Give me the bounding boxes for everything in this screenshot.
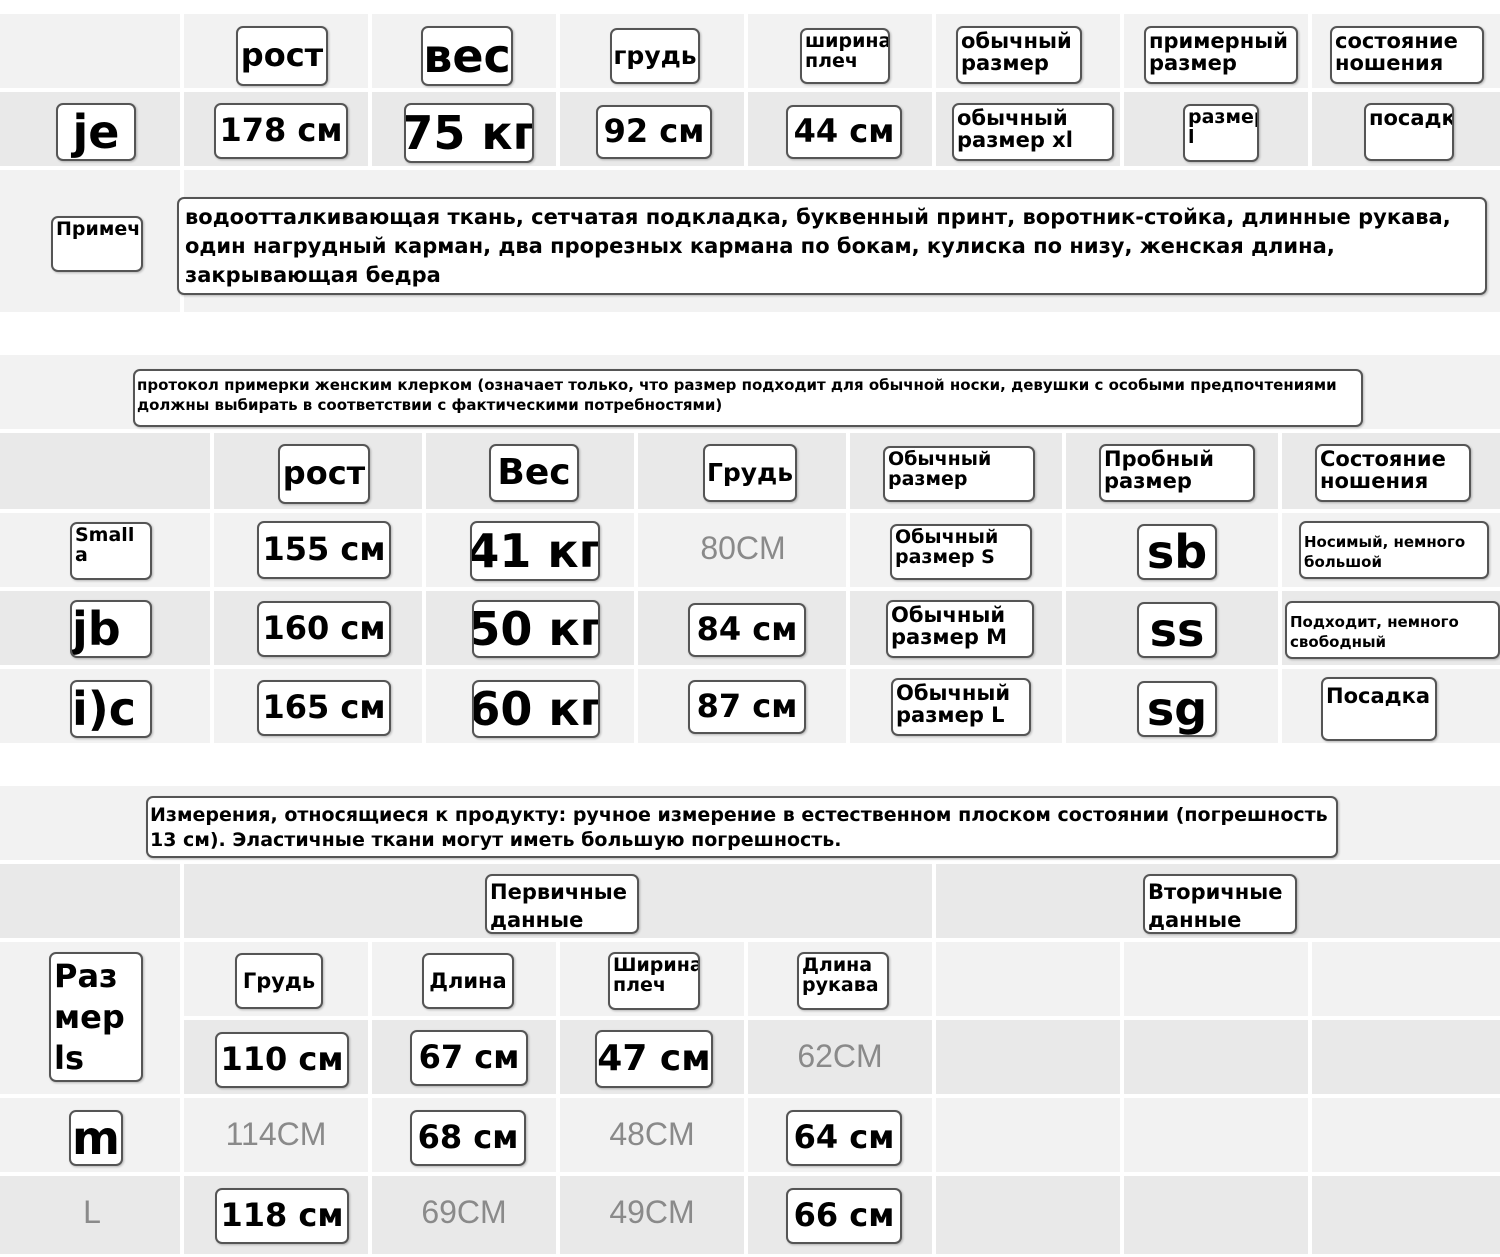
measurement-note: Измерения, относящиеся к продукту: ручно…	[146, 796, 1338, 858]
header-normal-size: обычный размер	[956, 26, 1082, 84]
header-shoulder-width: Ширина плеч	[608, 952, 700, 1010]
value-weight: 50 кг	[472, 600, 600, 658]
value-normal-size: Обычный размер S	[890, 524, 1032, 580]
row-label-jb: jb	[70, 600, 152, 658]
fitting-protocol-note: протокол примерки женским клерком (означ…	[133, 369, 1363, 427]
value-shoulder: 44 см	[786, 105, 902, 159]
value-approx-size: размер l	[1183, 104, 1259, 162]
value-weight: 41 кг	[470, 521, 600, 581]
value-chest: 118 см	[215, 1188, 349, 1244]
row-label-ic: i)c	[70, 680, 152, 738]
value-chest: 80CM	[700, 529, 786, 566]
row-label-small: Small a	[70, 522, 152, 580]
value-height: 165 см	[257, 680, 391, 736]
note-text: водоотталкивающая ткань, сетчатая подкла…	[177, 197, 1487, 295]
value-shoulder: 48CM	[609, 1115, 695, 1152]
value-chest: 84 см	[688, 603, 806, 657]
value-height: 178 см	[214, 103, 348, 159]
header-height: рост	[278, 444, 370, 504]
value-height: 160 см	[257, 601, 391, 657]
value-chest: 92 см	[596, 105, 712, 159]
value-trial-size: sg	[1137, 681, 1217, 737]
value-chest: 110 см	[215, 1032, 349, 1088]
value-normal-size: обычный размер xl	[952, 103, 1114, 161]
value-length: 67 см	[410, 1030, 528, 1086]
value-wear-state: Носимый, немного большой	[1299, 521, 1489, 579]
row-label-je: je	[56, 103, 136, 161]
value-normal-size: Обычный размер M	[886, 600, 1034, 658]
value-trial-size: sb	[1137, 524, 1217, 580]
value-sleeve: 66 см	[786, 1188, 902, 1244]
note-label: Примечания	[51, 216, 143, 272]
header-wear-state: состояние ношения	[1330, 26, 1484, 84]
header-chest: Грудь	[703, 444, 797, 502]
value-length: 68 см	[410, 1110, 526, 1166]
value-weight: 75 кг	[404, 103, 534, 163]
value-height: 155 см	[257, 521, 391, 579]
value-shoulder: 49CM	[609, 1193, 695, 1230]
header-length: Длина	[422, 953, 514, 1009]
header-height: рост	[236, 26, 328, 86]
value-sleeve: 62CM	[797, 1037, 883, 1074]
value-weight: 60 кг	[472, 680, 600, 738]
header-sleeve-length: Длина рукава	[797, 952, 889, 1010]
secondary-data-label: Вторичные данные	[1143, 874, 1297, 934]
row-label-m: m	[69, 1110, 123, 1166]
value-wear-state: посадка	[1364, 103, 1454, 161]
value-chest: 87 см	[688, 680, 806, 734]
value-sleeve: 64 см	[786, 1110, 902, 1166]
header-trial-size: Пробный размер	[1099, 444, 1255, 502]
value-length: 69CM	[421, 1193, 507, 1230]
value-wear-state: Посадка	[1321, 677, 1437, 741]
value-wear-state: Подходит, немного свободный	[1285, 601, 1500, 659]
size-label: Размер ls	[49, 952, 143, 1082]
primary-data-label: Первичные данные	[485, 874, 639, 934]
row-label-l: L	[83, 1193, 101, 1230]
header-shoulder-width: ширина плеч	[800, 28, 890, 84]
header-approx-size: примерный размер	[1144, 26, 1298, 84]
header-wear-state: Состояние ношения	[1315, 444, 1471, 502]
header-normal-size: Обычный размер	[883, 446, 1035, 502]
value-trial-size: ss	[1137, 602, 1217, 658]
header-chest: грудь	[610, 28, 700, 84]
value-normal-size: Обычный размер L	[891, 678, 1031, 736]
header-chest: Грудь	[235, 953, 323, 1009]
header-weight: Вес	[489, 444, 579, 502]
header-weight: вес	[421, 26, 513, 86]
value-chest: 114CM	[225, 1115, 327, 1152]
value-shoulder: 47 см	[595, 1030, 713, 1088]
